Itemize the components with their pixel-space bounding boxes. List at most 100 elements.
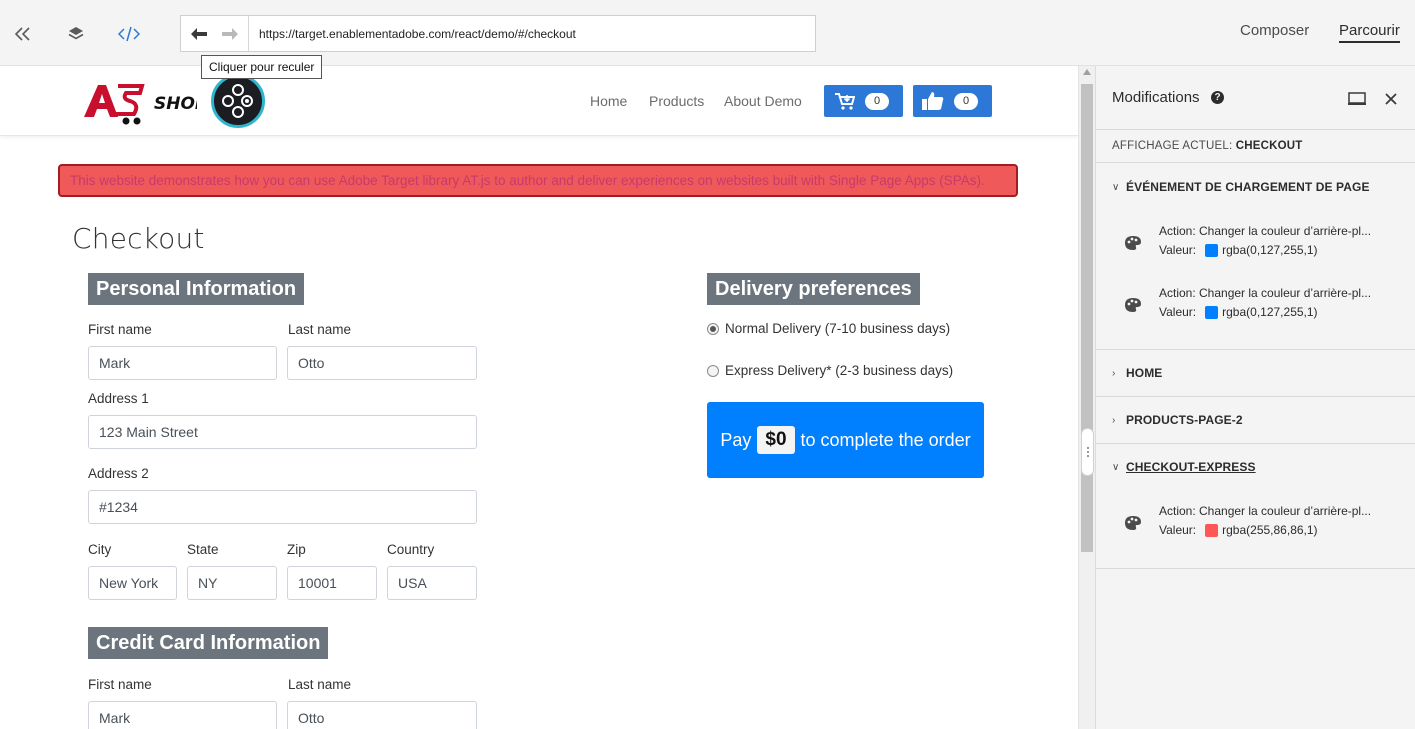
first-name-label: First name [88, 322, 152, 337]
mode-browse-tab[interactable]: Parcourir [1339, 22, 1400, 43]
color-swatch [1205, 305, 1219, 319]
current-view-value: CHECKOUT [1235, 140, 1303, 152]
color-swatch [1205, 243, 1219, 257]
action-value-row: Valeur: rgba(0,127,255,1) [1159, 305, 1318, 319]
logo-text: SHOP [154, 94, 197, 114]
group-home[interactable]: › HOME [1112, 366, 1162, 380]
cc-last-name-input[interactable]: Otto [287, 701, 477, 729]
normal-delivery-label: Normal Delivery (7-10 business days) [725, 321, 951, 336]
color-swatch [1205, 523, 1219, 537]
personal-info-heading: Personal Information [88, 273, 305, 305]
last-name-input[interactable]: Otto [287, 346, 477, 380]
address2-input[interactable]: #1234 [88, 490, 477, 524]
cc-first-name-label: First name [88, 677, 152, 692]
action-text: Action: Changer la couleur d’arrière-pl.… [1159, 286, 1372, 300]
site-preview: SHOP Home Products About Demo 0 0 This w… [0, 66, 1078, 729]
chevron-down-icon: ∨ [1112, 461, 1120, 473]
express-delivery-radio[interactable] [707, 364, 719, 377]
panel-divider [1096, 568, 1415, 569]
palette-icon [1125, 298, 1141, 312]
close-icon[interactable] [1382, 90, 1400, 108]
group-checkout-express[interactable]: ∨ CHECKOUT-EXPRESS [1112, 460, 1256, 474]
modifications-panel: Modifications ? AFFICHAGE ACTUEL: CHECKO… [1095, 66, 1415, 729]
pay-button[interactable]: Pay $0 to complete the order [707, 402, 984, 478]
current-view-label: AFFICHAGE ACTUEL: [1112, 140, 1233, 152]
cart-button[interactable]: 0 [824, 85, 903, 117]
zip-input[interactable]: 10001 [287, 566, 377, 600]
back-button[interactable] [182, 16, 216, 51]
adobe-target-logo-icon [211, 74, 265, 128]
forward-button[interactable] [213, 16, 247, 51]
value-label: Valeur: [1159, 523, 1197, 537]
action-value: rgba(0,127,255,1) [1222, 243, 1318, 257]
address-bar: https://target.enablementadobe.com/react… [180, 15, 816, 52]
action-value-row: Valeur: rgba(0,127,255,1) [1159, 243, 1318, 257]
panel-divider [1096, 443, 1415, 444]
nav-home-link[interactable]: Home [590, 93, 627, 109]
shop-logo[interactable]: SHOP [82, 76, 208, 132]
normal-delivery-option[interactable]: Normal Delivery (7-10 business days) [707, 321, 950, 336]
group-page-load[interactable]: ∨ ÉVÉNEMENT DE CHARGEMENT DE PAGE [1112, 180, 1370, 194]
action-text: Action: Changer la couleur d’arrière-pl.… [1159, 504, 1372, 518]
panel-title: Modifications [1112, 89, 1200, 106]
panel-divider [1096, 396, 1415, 397]
express-delivery-option[interactable]: Express Delivery* (2-3 business days) [707, 363, 953, 378]
url-input[interactable]: https://target.enablementadobe.com/react… [259, 16, 576, 51]
action-value: rgba(255,86,86,1) [1222, 523, 1318, 537]
chevron-right-icon: › [1112, 367, 1116, 379]
panel-divider [1096, 162, 1415, 163]
address1-input[interactable]: 123 Main Street [88, 415, 477, 449]
normal-delivery-radio[interactable] [707, 322, 719, 335]
state-input[interactable]: NY [187, 566, 277, 600]
help-icon[interactable]: ? [1211, 91, 1224, 104]
mode-compose-tab[interactable]: Composer [1240, 22, 1309, 39]
pay-amount: $0 [757, 426, 795, 454]
city-label: City [88, 542, 112, 557]
address-separator [248, 16, 249, 51]
site-scrollbar[interactable] [1078, 66, 1095, 729]
nav-products-link[interactable]: Products [649, 93, 704, 109]
action-value: rgba(0,127,255,1) [1222, 305, 1318, 319]
scrollbar-thumb[interactable] [1081, 84, 1093, 552]
palette-icon [1125, 236, 1141, 250]
last-name-label: Last name [288, 322, 352, 337]
city-input[interactable]: New York [88, 566, 177, 600]
state-label: State [187, 542, 219, 557]
thumbs-up-icon [922, 92, 944, 110]
cart-icon [835, 93, 855, 110]
zip-label: Zip [287, 542, 306, 557]
chevron-right-icon: › [1112, 414, 1116, 426]
modification-action[interactable]: Action: Changer la couleur d’arrière-pl.… [1124, 286, 1404, 326]
cc-first-name-input[interactable]: Mark [88, 701, 277, 729]
group-label: PRODUCTS-PAGE-2 [1126, 413, 1243, 427]
arrow-right-icon [222, 27, 238, 40]
chevron-down-icon: ∨ [1112, 181, 1120, 193]
action-value-row: Valeur: rgba(255,86,86,1) [1159, 523, 1318, 537]
pay-suffix: to complete the order [800, 429, 971, 450]
layers-icon[interactable] [64, 22, 88, 46]
group-products-page-2[interactable]: › PRODUCTS-PAGE-2 [1112, 413, 1243, 427]
express-delivery-label: Express Delivery* (2-3 business days) [725, 363, 954, 378]
value-label: Valeur: [1159, 243, 1197, 257]
nav-about-demo-link[interactable]: About Demo [724, 93, 802, 109]
like-count-badge: 0 [954, 92, 978, 110]
country-input[interactable]: USA [387, 566, 477, 600]
modification-action[interactable]: Action: Changer la couleur d’arrière-pl.… [1124, 504, 1404, 544]
modification-action[interactable]: Action: Changer la couleur d’arrière-pl.… [1124, 224, 1404, 264]
collapse-double-chevron-icon[interactable] [11, 22, 35, 46]
back-tooltip: Cliquer pour reculer [201, 55, 323, 79]
panel-divider [1096, 349, 1415, 350]
palette-icon [1125, 516, 1141, 530]
first-name-input[interactable]: Mark [88, 346, 277, 380]
group-label: CHECKOUT-EXPRESS [1126, 460, 1256, 474]
panel-resize-handle[interactable] [1081, 428, 1094, 476]
scroll-up-icon[interactable] [1083, 69, 1091, 75]
like-button[interactable]: 0 [913, 85, 992, 117]
code-icon[interactable] [117, 22, 141, 46]
delivery-heading: Delivery preferences [707, 273, 920, 305]
cart-count-badge: 0 [865, 92, 889, 110]
device-view-icon[interactable] [1348, 90, 1366, 108]
country-label: Country [387, 542, 435, 557]
arrow-left-icon [191, 27, 207, 40]
page-title: Checkout [72, 222, 205, 255]
